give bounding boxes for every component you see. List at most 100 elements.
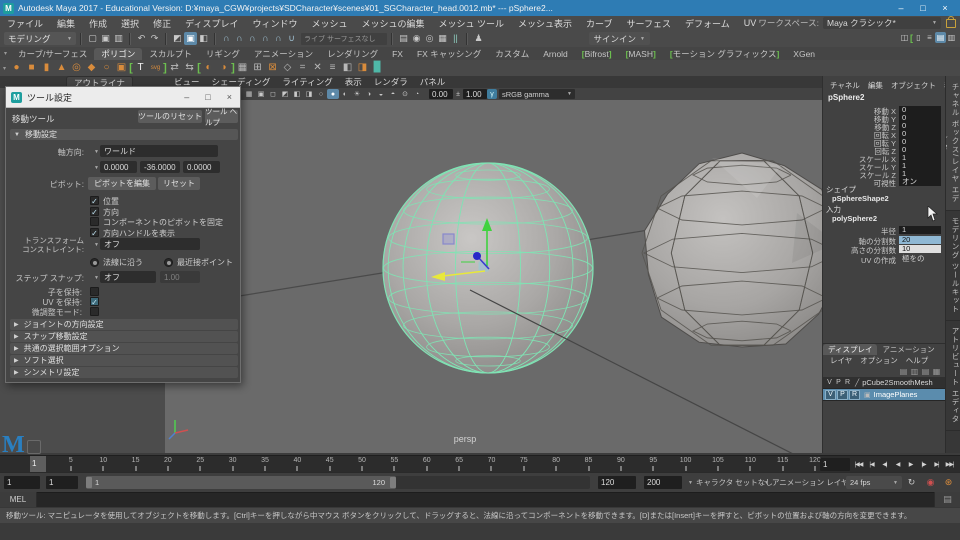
poly-disc-icon[interactable]: ○ <box>99 61 114 75</box>
exposure-field[interactable]: 0.00 <box>429 89 453 99</box>
animation-end-field[interactable]: 200 <box>644 476 682 489</box>
layer-toggle-p[interactable]: P <box>837 389 848 400</box>
layer-tab-display[interactable]: ディスプレイ <box>823 344 878 355</box>
workspace-lock-icon[interactable] <box>946 15 956 28</box>
move-y-field[interactable]: -36.0000 <box>140 161 180 173</box>
step-back-frame-button[interactable]: |◀ <box>865 458 878 471</box>
resolution-gate-icon[interactable]: ◻ <box>267 89 279 99</box>
save-scene-icon[interactable]: ▥ <box>112 32 125 45</box>
shelf-tab-fx-caching[interactable]: FX キャッシング <box>410 48 488 60</box>
shelf-tab-curves-surfaces[interactable]: カーブ/サーフェス <box>11 48 94 60</box>
menu-modify[interactable]: 修正 <box>146 17 178 30</box>
menu-edit[interactable]: 編集 <box>50 17 82 30</box>
shelf-tab-arnold[interactable]: Arnold <box>536 48 575 60</box>
move-layer-up-icon[interactable]: ▤ <box>898 367 909 377</box>
undo-icon[interactable]: ↶ <box>135 32 148 45</box>
safe-action-icon[interactable]: ◨ <box>303 89 315 99</box>
shape-name[interactable]: pSphereShape2 <box>832 194 889 203</box>
render-settings-icon[interactable]: ▦ <box>436 32 449 45</box>
range-slider-track[interactable]: 1 120 <box>86 476 590 489</box>
playhead[interactable]: 1 <box>30 456 46 473</box>
combine-icon[interactable]: ⇄ <box>167 61 182 75</box>
move-z-field[interactable]: 0.0000 <box>183 161 220 173</box>
bridge-icon[interactable]: = <box>295 61 310 75</box>
close-icon[interactable]: × <box>219 92 240 102</box>
viewport-menu-show[interactable]: 表示 <box>339 76 368 88</box>
toggle-modeling-toolkit-icon[interactable]: ▤ <box>935 32 946 43</box>
poly-cone-icon[interactable]: ▲ <box>54 61 69 75</box>
shelf-tab-fx[interactable]: FX <box>385 48 410 60</box>
sculpt-shelf-icon[interactable]: ▉ <box>370 61 385 75</box>
command-line-input[interactable] <box>37 492 934 507</box>
gamma-icon[interactable]: γ <box>487 89 497 99</box>
animation-preferences-icon[interactable]: ⊛ <box>942 476 955 489</box>
gate-mask-icon[interactable]: ◩ <box>279 89 291 99</box>
workspace-selector[interactable]: Maya クラシック* ▼ <box>823 17 941 29</box>
mirror-icon[interactable]: ◨ <box>355 61 370 75</box>
playback-start-field[interactable]: 1 <box>46 476 78 489</box>
poly-cylinder-icon[interactable]: ▮ <box>39 61 54 75</box>
range-handle-right[interactable] <box>390 477 396 488</box>
shelf-tab-rendering[interactable]: レンダリング <box>320 48 385 60</box>
menu-edit-mesh[interactable]: メッシュの編集 <box>354 17 431 30</box>
tool-help-button[interactable]: ツール ヘルプ <box>205 107 238 127</box>
playback-end-field[interactable]: 120 <box>598 476 636 489</box>
bevel-icon[interactable]: ◇ <box>280 61 295 75</box>
move-settings-section[interactable]: ▼ 移動設定 <box>10 129 238 140</box>
textured-icon[interactable]: ◐ <box>339 89 351 99</box>
new-scene-icon[interactable]: ▢ <box>86 32 99 45</box>
move-layer-down-icon[interactable]: ▥ <box>909 367 920 377</box>
shadows-icon[interactable]: ◑ <box>363 89 375 99</box>
poly-pipe-icon[interactable]: ▣ <box>114 61 129 75</box>
gamma-field[interactable]: 1.00 <box>463 89 487 99</box>
snap-projected-center-icon[interactable]: ∩ <box>259 32 272 45</box>
shaded-icon[interactable]: ● <box>327 89 339 99</box>
play-forward-button[interactable]: ▶ <box>904 458 917 471</box>
ipr-render-icon[interactable]: ◎ <box>423 32 436 45</box>
select-component-icon[interactable]: ◧ <box>197 32 210 45</box>
step-forward-frame-button[interactable]: ▶| <box>930 458 943 471</box>
menu-windows[interactable]: ウィンドウ <box>245 17 304 30</box>
checkbox-unchecked[interactable] <box>90 307 99 316</box>
isolate-select-icon[interactable]: ⊙ <box>399 89 411 99</box>
exposure-icon[interactable]: ± <box>453 89 463 99</box>
layer-menu-help[interactable]: ヘルプ <box>902 355 933 366</box>
section-4[interactable]: ▶ シンメトリ設定 <box>10 367 238 378</box>
snap-curve-icon[interactable]: ∩ <box>233 32 246 45</box>
range-handle-left[interactable] <box>86 477 92 488</box>
channel-value-field[interactable]: オン <box>899 178 941 186</box>
view-transform-selector[interactable]: sRGB gamma ▼ <box>499 89 575 99</box>
poly-plane-icon[interactable]: ◆ <box>84 61 99 75</box>
open-scene-icon[interactable]: ▣ <box>99 32 112 45</box>
tab-channel-box[interactable]: チャネル ボックス/レイヤ エディタ <box>946 76 960 211</box>
channel-box-menu-channels[interactable]: チャネル <box>826 80 864 91</box>
user-icon[interactable]: ♟ <box>472 32 485 45</box>
input-value-field[interactable]: 極をの <box>899 254 941 263</box>
channel-box-menu-edit[interactable]: 編集 <box>864 80 887 91</box>
film-gate-icon[interactable]: ▣ <box>255 89 267 99</box>
step-snap-select[interactable]: オフ <box>100 271 156 283</box>
toggle-outliner-icon[interactable]: ▥ <box>946 32 957 43</box>
perspective-viewport[interactable]: persp <box>165 100 822 453</box>
wireframe-icon[interactable]: ○ <box>315 89 327 99</box>
layer-toggle-v[interactable]: V <box>825 379 834 386</box>
subdivide-icon[interactable]: ⊞ <box>250 61 265 75</box>
checkbox-unchecked[interactable] <box>90 217 99 226</box>
boolean-union-icon[interactable]: ◐ <box>201 61 216 75</box>
select-hierarchy-icon[interactable]: ◩ <box>171 32 184 45</box>
layer-tab-anim[interactable]: アニメーション <box>877 344 939 355</box>
toggle-tool-settings-icon[interactable]: ▯ <box>913 32 924 43</box>
range-slider-bar[interactable]: 1 120 <box>86 476 396 489</box>
channel-box-menu-object[interactable]: オブジェクト <box>887 80 940 91</box>
input-node-name[interactable]: polySphere2 <box>832 214 877 223</box>
go-to-end-button[interactable]: ▶▶| <box>943 458 956 471</box>
input-value-field[interactable]: 10 <box>899 245 941 253</box>
minimize-icon[interactable]: – <box>890 3 912 13</box>
shelf-tab-bifrost[interactable]: [ Bifrost ] <box>575 48 619 60</box>
ambient-occlusion-icon[interactable]: ◒ <box>375 89 387 99</box>
mode-selector[interactable]: モデリング ▼ <box>4 32 76 45</box>
minimize-icon[interactable]: – <box>176 92 197 102</box>
time-slider[interactable]: 1 5 10 15 20 25 30 35 40 45 50 55 60 65 70 75 80 85 90 95 1… <box>0 455 960 473</box>
shelf-tab-motion-graphics[interactable]: [ モーション グラフィックス ] <box>663 48 786 60</box>
make-live-icon[interactable]: ∪ <box>285 32 298 45</box>
